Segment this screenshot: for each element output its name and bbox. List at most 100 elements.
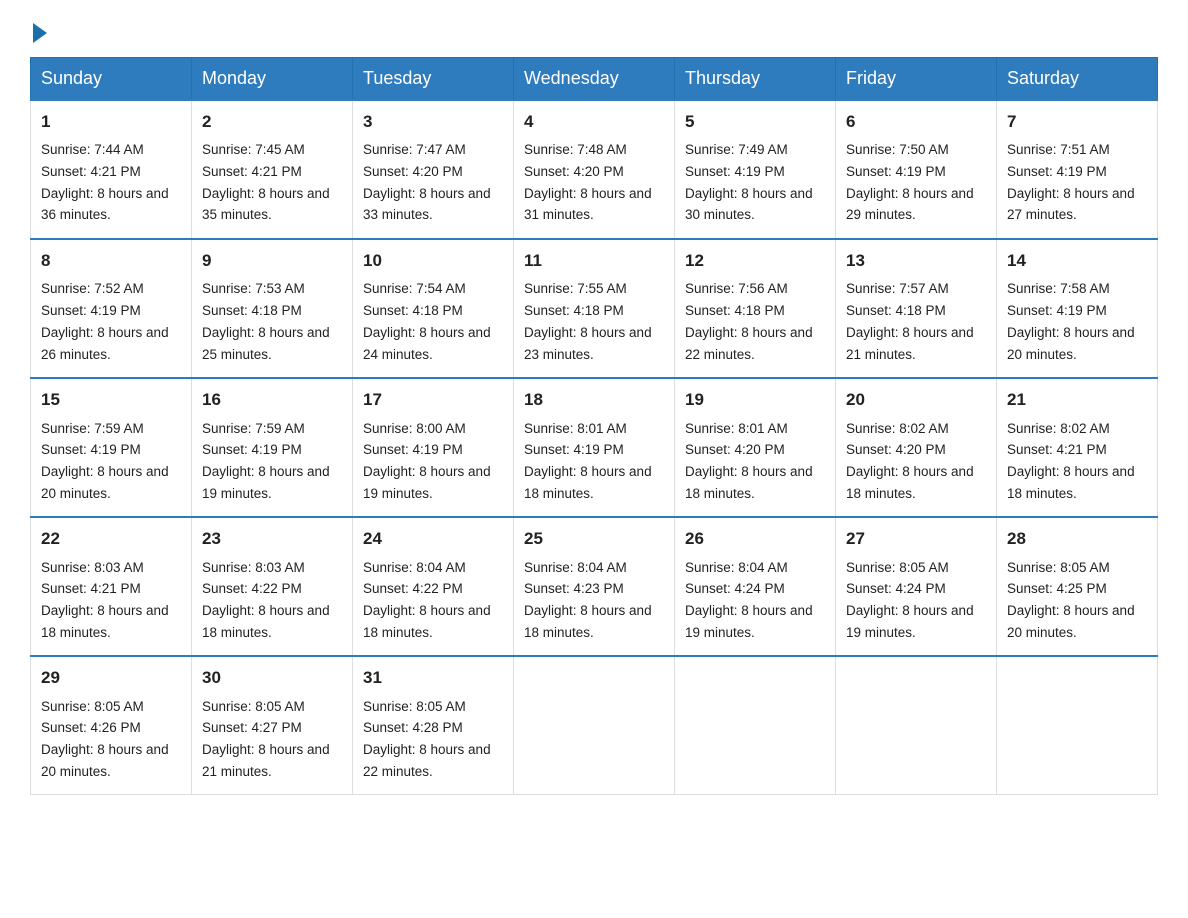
day-number: 26 [685,526,825,552]
header-thursday: Thursday [675,58,836,101]
day-info: Sunrise: 8:05 AMSunset: 4:27 PMDaylight:… [202,699,330,779]
calendar-cell: 22 Sunrise: 8:03 AMSunset: 4:21 PMDaylig… [31,517,192,656]
day-number: 4 [524,109,664,135]
day-number: 21 [1007,387,1147,413]
calendar-cell: 18 Sunrise: 8:01 AMSunset: 4:19 PMDaylig… [514,378,675,517]
calendar-cell: 12 Sunrise: 7:56 AMSunset: 4:18 PMDaylig… [675,239,836,378]
day-info: Sunrise: 7:55 AMSunset: 4:18 PMDaylight:… [524,281,652,361]
day-number: 23 [202,526,342,552]
day-number: 9 [202,248,342,274]
day-info: Sunrise: 8:04 AMSunset: 4:22 PMDaylight:… [363,560,491,640]
day-info: Sunrise: 8:03 AMSunset: 4:22 PMDaylight:… [202,560,330,640]
day-number: 19 [685,387,825,413]
day-number: 8 [41,248,181,274]
day-number: 2 [202,109,342,135]
calendar-cell: 23 Sunrise: 8:03 AMSunset: 4:22 PMDaylig… [192,517,353,656]
day-info: Sunrise: 7:47 AMSunset: 4:20 PMDaylight:… [363,142,491,222]
calendar-cell: 24 Sunrise: 8:04 AMSunset: 4:22 PMDaylig… [353,517,514,656]
header-sunday: Sunday [31,58,192,101]
calendar-header-row: SundayMondayTuesdayWednesdayThursdayFrid… [31,58,1158,101]
day-number: 30 [202,665,342,691]
calendar-cell: 27 Sunrise: 8:05 AMSunset: 4:24 PMDaylig… [836,517,997,656]
calendar-cell: 16 Sunrise: 7:59 AMSunset: 4:19 PMDaylig… [192,378,353,517]
day-info: Sunrise: 7:52 AMSunset: 4:19 PMDaylight:… [41,281,169,361]
logo [30,20,47,39]
day-number: 10 [363,248,503,274]
calendar-cell: 7 Sunrise: 7:51 AMSunset: 4:19 PMDayligh… [997,100,1158,239]
calendar-cell [675,656,836,795]
calendar-cell: 20 Sunrise: 8:02 AMSunset: 4:20 PMDaylig… [836,378,997,517]
day-info: Sunrise: 8:03 AMSunset: 4:21 PMDaylight:… [41,560,169,640]
calendar-cell: 8 Sunrise: 7:52 AMSunset: 4:19 PMDayligh… [31,239,192,378]
day-number: 22 [41,526,181,552]
calendar-cell: 17 Sunrise: 8:00 AMSunset: 4:19 PMDaylig… [353,378,514,517]
day-info: Sunrise: 7:57 AMSunset: 4:18 PMDaylight:… [846,281,974,361]
day-number: 25 [524,526,664,552]
day-info: Sunrise: 7:59 AMSunset: 4:19 PMDaylight:… [41,421,169,501]
day-info: Sunrise: 7:54 AMSunset: 4:18 PMDaylight:… [363,281,491,361]
day-number: 1 [41,109,181,135]
day-number: 3 [363,109,503,135]
day-info: Sunrise: 8:05 AMSunset: 4:25 PMDaylight:… [1007,560,1135,640]
calendar-cell: 9 Sunrise: 7:53 AMSunset: 4:18 PMDayligh… [192,239,353,378]
calendar-cell: 6 Sunrise: 7:50 AMSunset: 4:19 PMDayligh… [836,100,997,239]
day-number: 28 [1007,526,1147,552]
calendar-week-row: 29 Sunrise: 8:05 AMSunset: 4:26 PMDaylig… [31,656,1158,795]
calendar-cell [836,656,997,795]
calendar-cell: 19 Sunrise: 8:01 AMSunset: 4:20 PMDaylig… [675,378,836,517]
day-info: Sunrise: 7:53 AMSunset: 4:18 PMDaylight:… [202,281,330,361]
day-info: Sunrise: 8:05 AMSunset: 4:28 PMDaylight:… [363,699,491,779]
day-number: 16 [202,387,342,413]
calendar-cell: 21 Sunrise: 8:02 AMSunset: 4:21 PMDaylig… [997,378,1158,517]
day-info: Sunrise: 8:02 AMSunset: 4:20 PMDaylight:… [846,421,974,501]
calendar-cell: 25 Sunrise: 8:04 AMSunset: 4:23 PMDaylig… [514,517,675,656]
day-info: Sunrise: 8:02 AMSunset: 4:21 PMDaylight:… [1007,421,1135,501]
calendar-cell: 26 Sunrise: 8:04 AMSunset: 4:24 PMDaylig… [675,517,836,656]
day-info: Sunrise: 7:45 AMSunset: 4:21 PMDaylight:… [202,142,330,222]
day-number: 15 [41,387,181,413]
calendar-cell: 11 Sunrise: 7:55 AMSunset: 4:18 PMDaylig… [514,239,675,378]
calendar-cell: 13 Sunrise: 7:57 AMSunset: 4:18 PMDaylig… [836,239,997,378]
day-number: 5 [685,109,825,135]
day-info: Sunrise: 7:48 AMSunset: 4:20 PMDaylight:… [524,142,652,222]
day-info: Sunrise: 8:00 AMSunset: 4:19 PMDaylight:… [363,421,491,501]
calendar-cell: 29 Sunrise: 8:05 AMSunset: 4:26 PMDaylig… [31,656,192,795]
calendar-week-row: 15 Sunrise: 7:59 AMSunset: 4:19 PMDaylig… [31,378,1158,517]
calendar-table: SundayMondayTuesdayWednesdayThursdayFrid… [30,57,1158,795]
day-info: Sunrise: 8:01 AMSunset: 4:20 PMDaylight:… [685,421,813,501]
calendar-cell: 10 Sunrise: 7:54 AMSunset: 4:18 PMDaylig… [353,239,514,378]
day-info: Sunrise: 8:04 AMSunset: 4:23 PMDaylight:… [524,560,652,640]
day-info: Sunrise: 7:56 AMSunset: 4:18 PMDaylight:… [685,281,813,361]
calendar-cell: 3 Sunrise: 7:47 AMSunset: 4:20 PMDayligh… [353,100,514,239]
day-number: 18 [524,387,664,413]
calendar-cell: 5 Sunrise: 7:49 AMSunset: 4:19 PMDayligh… [675,100,836,239]
day-info: Sunrise: 7:51 AMSunset: 4:19 PMDaylight:… [1007,142,1135,222]
day-number: 24 [363,526,503,552]
day-number: 17 [363,387,503,413]
header-saturday: Saturday [997,58,1158,101]
day-number: 7 [1007,109,1147,135]
calendar-cell: 14 Sunrise: 7:58 AMSunset: 4:19 PMDaylig… [997,239,1158,378]
calendar-week-row: 8 Sunrise: 7:52 AMSunset: 4:19 PMDayligh… [31,239,1158,378]
calendar-cell: 30 Sunrise: 8:05 AMSunset: 4:27 PMDaylig… [192,656,353,795]
calendar-cell [514,656,675,795]
day-number: 29 [41,665,181,691]
day-number: 31 [363,665,503,691]
calendar-week-row: 22 Sunrise: 8:03 AMSunset: 4:21 PMDaylig… [31,517,1158,656]
header-monday: Monday [192,58,353,101]
day-number: 14 [1007,248,1147,274]
day-info: Sunrise: 8:04 AMSunset: 4:24 PMDaylight:… [685,560,813,640]
calendar-cell [997,656,1158,795]
day-number: 20 [846,387,986,413]
calendar-cell: 1 Sunrise: 7:44 AMSunset: 4:21 PMDayligh… [31,100,192,239]
calendar-cell: 2 Sunrise: 7:45 AMSunset: 4:21 PMDayligh… [192,100,353,239]
header-tuesday: Tuesday [353,58,514,101]
calendar-cell: 31 Sunrise: 8:05 AMSunset: 4:28 PMDaylig… [353,656,514,795]
day-info: Sunrise: 7:44 AMSunset: 4:21 PMDaylight:… [41,142,169,222]
day-info: Sunrise: 7:49 AMSunset: 4:19 PMDaylight:… [685,142,813,222]
day-info: Sunrise: 7:58 AMSunset: 4:19 PMDaylight:… [1007,281,1135,361]
day-number: 27 [846,526,986,552]
header-wednesday: Wednesday [514,58,675,101]
day-info: Sunrise: 8:05 AMSunset: 4:26 PMDaylight:… [41,699,169,779]
calendar-cell: 28 Sunrise: 8:05 AMSunset: 4:25 PMDaylig… [997,517,1158,656]
